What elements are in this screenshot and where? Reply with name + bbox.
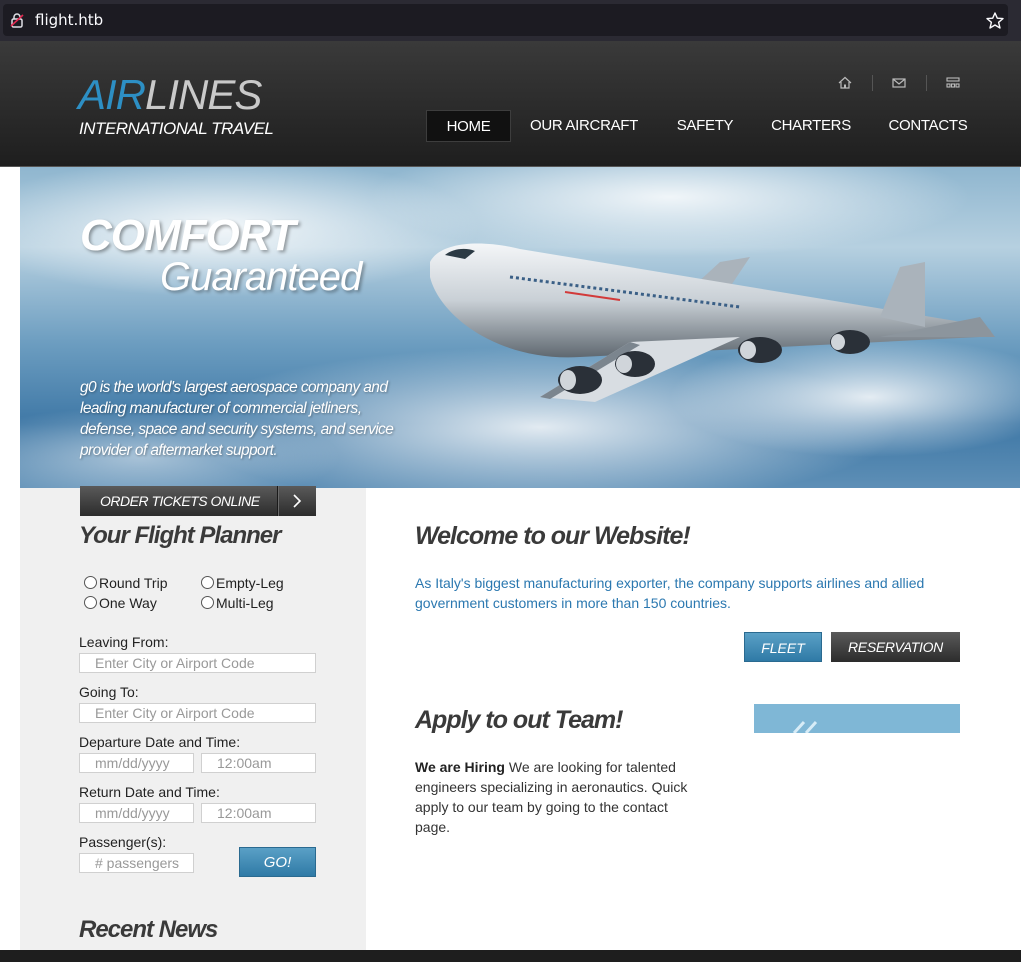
hero-subtitle: Guaranteed (160, 255, 362, 299)
utility-divider (926, 75, 927, 91)
radio-label: Multi-Leg (216, 595, 274, 611)
order-tickets-label: ORDER TICKETS ONLINE (100, 493, 260, 509)
flight-planner-panel: ORDER TICKETS ONLINE Your Flight Planner… (20, 486, 366, 950)
promo-image[interactable] (754, 704, 960, 735)
leaving-from-label: Leaving From: (79, 634, 169, 650)
logo-lines: LINES (145, 71, 262, 118)
radio-label: Round Trip (99, 575, 168, 591)
leaving-from-input[interactable] (79, 653, 316, 673)
going-to-input[interactable] (79, 703, 316, 723)
utility-divider (872, 75, 873, 91)
insecure-lock-icon[interactable] (9, 12, 25, 28)
nav-our-aircraft[interactable]: OUR AIRCRAFT (525, 110, 643, 142)
address-bar[interactable]: flight.htb (3, 4, 1008, 36)
radio-circle-icon (201, 596, 214, 609)
home-icon[interactable] (836, 74, 854, 92)
return-time-input[interactable] (201, 803, 316, 823)
hero-banner: COMFORT Guaranteed g0 is the world's lar… (20, 167, 1020, 488)
hiring-lead: We are Hiring (415, 759, 505, 775)
hero-title: COMFORT (80, 211, 296, 260)
radio-circle-icon (84, 576, 97, 589)
planner-title: Your Flight Planner (79, 522, 281, 549)
nav-charters[interactable]: CHARTERS (766, 110, 856, 142)
radio-label: One Way (99, 595, 157, 611)
nav-contacts[interactable]: CONTACTS (882, 110, 974, 142)
nav-safety[interactable]: SAFETY (670, 110, 740, 142)
radio-circle-icon (201, 576, 214, 589)
radio-circle-icon (84, 596, 97, 609)
browser-toolbar: flight.htb (0, 0, 1021, 41)
nav-home[interactable]: HOME (426, 110, 511, 142)
departure-time-input[interactable] (201, 753, 316, 773)
site-logo[interactable]: AIRLINES INTERNATIONAL TRAVEL (78, 71, 274, 138)
welcome-text: As Italy's biggest manufacturing exporte… (415, 575, 925, 611)
promo-graphic (792, 720, 818, 735)
hero-description: g0 is the world's largest aerospace comp… (80, 379, 394, 459)
return-date-input[interactable] (79, 803, 194, 823)
logo-air: AIR (78, 71, 146, 118)
passengers-label: Passenger(s): (79, 834, 167, 850)
bookmark-star-icon[interactable] (985, 11, 1005, 31)
welcome-title: Welcome to our Website! (415, 522, 691, 550)
recent-news-title: Recent News (79, 916, 218, 943)
return-label: Return Date and Time: (79, 784, 220, 800)
passengers-input[interactable] (79, 853, 194, 873)
apply-text: We are Hiring We are looking for talente… (415, 757, 700, 837)
footer-bar (0, 950, 1021, 962)
apply-title: Apply to out Team! (415, 706, 623, 734)
site-header: AIRLINES INTERNATIONAL TRAVEL HOME OUR A… (0, 41, 1021, 167)
reservation-button[interactable]: RESERVATION (831, 632, 960, 662)
fleet-button[interactable]: FLEET (744, 632, 822, 662)
departure-date-input[interactable] (79, 753, 194, 773)
going-to-label: Going To: (79, 684, 139, 700)
chevron-right-icon (277, 486, 316, 516)
mail-icon[interactable] (890, 74, 908, 92)
logo-subtitle: INTERNATIONAL TRAVEL (79, 119, 274, 138)
departure-label: Departure Date and Time: (79, 734, 241, 750)
radio-label: Empty-Leg (216, 575, 284, 591)
go-button[interactable]: GO! (239, 847, 316, 877)
sitemap-icon[interactable] (944, 74, 962, 92)
order-tickets-button[interactable]: ORDER TICKETS ONLINE (80, 486, 316, 516)
url-text[interactable]: flight.htb (35, 12, 103, 28)
